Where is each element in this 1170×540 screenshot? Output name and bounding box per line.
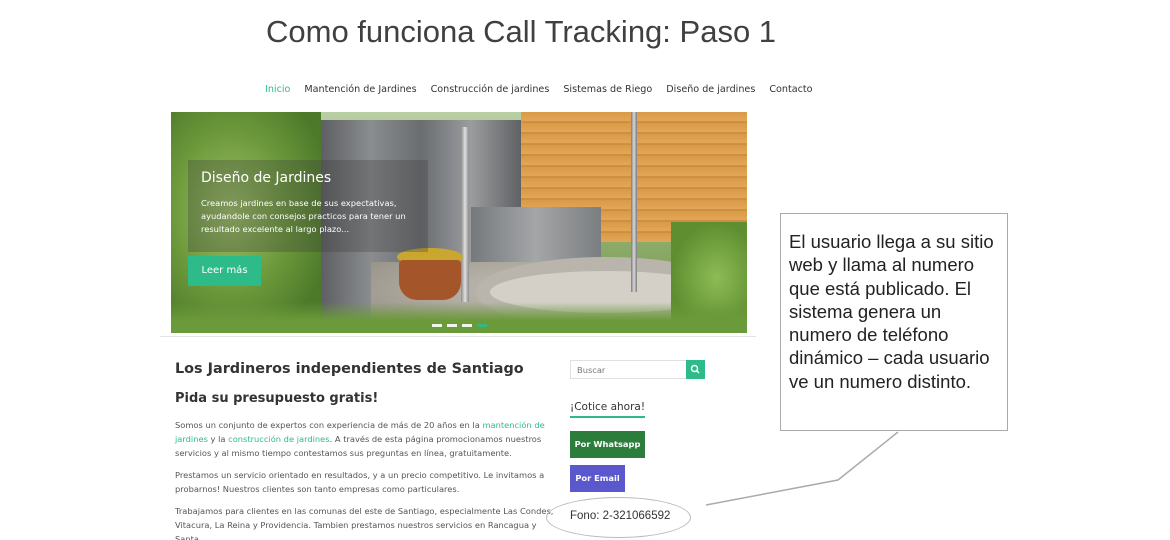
nav-item-contacto[interactable]: Contacto xyxy=(769,84,812,95)
nav-item-construccion[interactable]: Construcción de jardines xyxy=(431,84,550,95)
phone-number[interactable]: Fono: 2-321066592 xyxy=(570,510,670,522)
search-input[interactable] xyxy=(571,361,686,378)
search-box xyxy=(570,360,705,379)
hero-background-pole-right xyxy=(631,112,637,292)
nav-item-diseno[interactable]: Diseño de jardines xyxy=(666,84,755,95)
whatsapp-button[interactable]: Por Whatsapp xyxy=(570,431,645,458)
email-button[interactable]: Por Email xyxy=(570,465,625,492)
nav-item-mantencion[interactable]: Mantención de Jardines xyxy=(304,84,416,95)
slider-dot-1[interactable] xyxy=(432,324,442,327)
read-more-button[interactable]: Leer más xyxy=(188,256,261,286)
quote-heading: ¡Cotice ahora! xyxy=(570,401,646,418)
slider-dot-4[interactable] xyxy=(477,324,487,327)
hero-background-grass xyxy=(171,302,747,333)
search-button[interactable] xyxy=(686,360,705,379)
main-nav: Inicio Mantención de Jardines Construcci… xyxy=(265,84,813,95)
link-construccion[interactable]: construcción de jardines xyxy=(228,434,329,444)
search-icon xyxy=(690,364,700,374)
service-paragraph: Prestamos un servicio orientado en resul… xyxy=(175,470,545,494)
slide-title: Como funciona Call Tracking: Paso 1 xyxy=(266,14,777,49)
nav-item-riego[interactable]: Sistemas de Riego xyxy=(563,84,652,95)
intro-paragraph: Somos un conjunto de expertos con experi… xyxy=(175,418,555,460)
hero-title: Diseño de Jardines xyxy=(201,170,332,186)
hero-text: Creamos jardines en base de sus expectat… xyxy=(201,198,406,234)
page-heading: Los Jardineros independientes de Santiag… xyxy=(175,361,524,377)
intro-text-start: Somos un conjunto de expertos con experi… xyxy=(175,420,483,430)
page-subheading: Pida su presupuesto gratis! xyxy=(175,391,379,406)
callout-box: El usuario llega a su sitio web y llama … xyxy=(780,213,1008,431)
nav-item-inicio[interactable]: Inicio xyxy=(265,84,290,95)
hero-slider: Diseño de Jardines Creamos jardines en b… xyxy=(171,112,747,333)
coverage-paragraph: Trabajamos para clientes en las comunas … xyxy=(175,506,554,540)
slider-dot-3[interactable] xyxy=(462,324,472,327)
hero-background-pole xyxy=(461,127,469,302)
slider-dot-2[interactable] xyxy=(447,324,457,327)
slider-dots xyxy=(432,324,487,327)
content-divider xyxy=(160,336,756,337)
intro-text-middle: y la xyxy=(207,434,229,444)
hero-background-pot xyxy=(399,260,461,300)
